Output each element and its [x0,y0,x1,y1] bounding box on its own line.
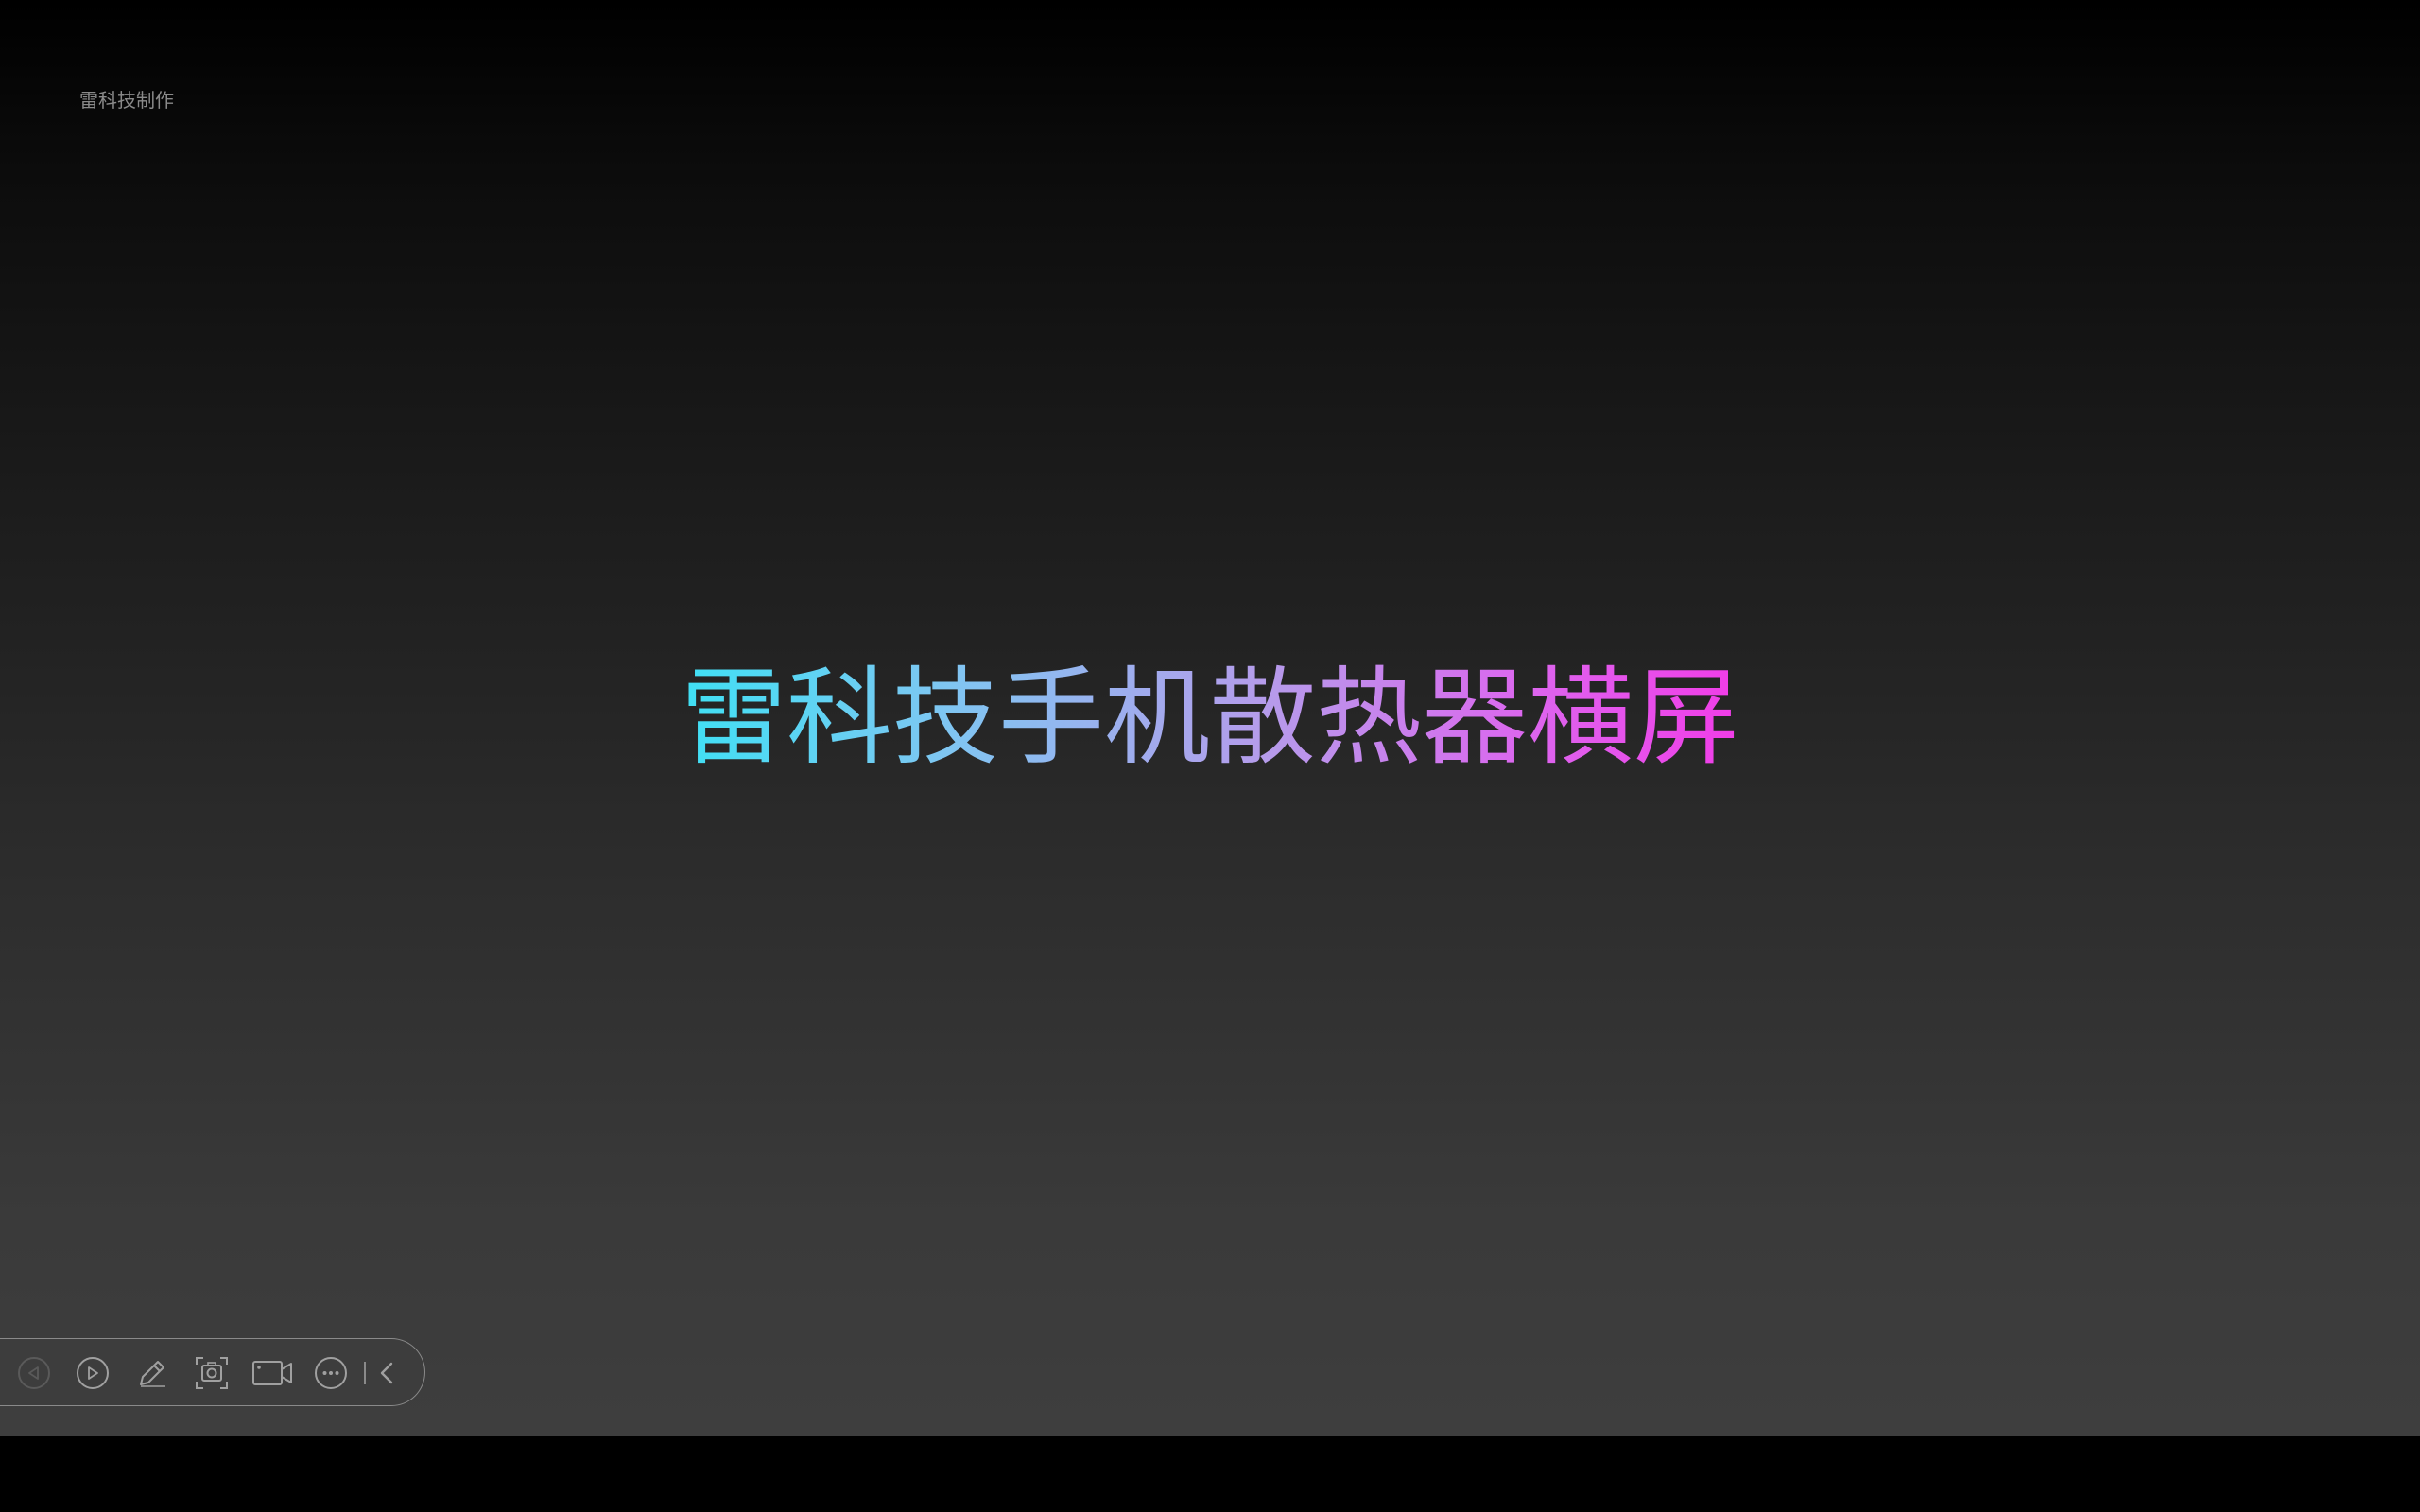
screenshot-frame-icon [194,1355,230,1391]
pencil-icon [135,1356,169,1390]
video-camera-icon [251,1357,294,1389]
next-button[interactable] [74,1354,112,1392]
pen-button[interactable] [133,1354,171,1392]
previous-button[interactable] [15,1354,53,1392]
presentation-slide: 雷科技制作 雷科技手机散热器横屏 [0,0,2420,1436]
letterbox-bar [0,1436,2420,1512]
screenshot-button[interactable] [193,1354,231,1392]
triangle-right-circle-icon [76,1356,110,1390]
presentation-toolbar [0,1338,425,1406]
toolbar-divider [364,1362,366,1384]
watermark-text: 雷科技制作 [79,89,174,112]
more-button[interactable] [312,1354,350,1392]
chevron-left-icon [375,1359,398,1387]
collapse-button[interactable] [372,1354,401,1392]
triangle-left-circle-icon [17,1356,51,1390]
slide-title-text: 雷科技手机散热器横屏 [681,657,1739,780]
slide-title: 雷科技手机散热器横屏 [0,652,2420,784]
record-button[interactable] [250,1354,295,1392]
ellipsis-circle-icon [314,1356,348,1390]
